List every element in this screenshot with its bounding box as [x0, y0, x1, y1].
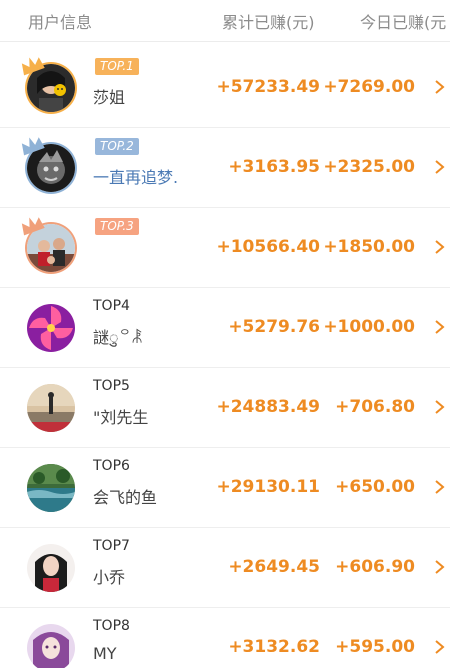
today-earned: +1000.00	[323, 317, 415, 337]
user-nickname: 小乔	[93, 568, 126, 587]
ranking-row-3[interactable]: TOP.3 +10566.40 +1850.00	[0, 208, 450, 288]
chevron-right-icon	[435, 240, 445, 254]
rank-label: TOP5	[93, 378, 130, 394]
rank-label: TOP6	[93, 458, 130, 474]
today-earned: +7269.00	[323, 77, 415, 97]
user-nickname: 一直再追梦.	[93, 168, 179, 187]
today-earned: +1850.00	[323, 237, 415, 257]
rank-label: TOP8	[93, 618, 130, 634]
avatar	[27, 304, 75, 352]
header-total-label: 累计已赚(元)	[222, 13, 315, 32]
chevron-right-icon	[435, 640, 445, 654]
avatar-container	[27, 464, 75, 512]
today-earned: +595.00	[335, 637, 415, 657]
ranking-row-8[interactable]: TOP8 MY +3132.62 +595.00	[0, 608, 450, 668]
user-nickname: 謎ु꒪ꂿ	[93, 328, 144, 347]
table-header: 用户信息 累计已赚(元) 今日已赚(元	[0, 0, 450, 42]
user-nickname: 会飞的鱼	[93, 488, 158, 507]
rank-badge: TOP.3	[95, 218, 139, 235]
ranking-row-6[interactable]: TOP6 会飞的鱼 +29130.11 +650.00	[0, 448, 450, 528]
total-earned: +5279.76	[228, 317, 320, 337]
rank-badge: TOP.2	[95, 138, 139, 155]
today-earned: +606.90	[335, 557, 415, 577]
avatar	[27, 464, 75, 512]
chevron-right-icon	[435, 560, 445, 574]
user-nickname: MY	[93, 644, 117, 663]
avatar-container	[21, 137, 75, 192]
crown-gold-icon	[21, 57, 45, 76]
avatar-container	[27, 304, 75, 352]
avatar	[27, 544, 75, 592]
header-today-label: 今日已赚(元	[360, 13, 447, 32]
chevron-right-icon	[435, 80, 445, 94]
avatar-container	[21, 57, 75, 112]
avatar	[27, 384, 75, 432]
ranking-row-7[interactable]: TOP7 小乔 +2649.45 +606.90	[0, 528, 450, 608]
avatar-container	[27, 624, 75, 668]
today-earned: +2325.00	[323, 157, 415, 177]
user-nickname: "刘先生	[93, 408, 149, 427]
avatar-container	[21, 217, 75, 272]
total-earned: +3132.62	[228, 637, 320, 657]
ranking-row-1[interactable]: TOP.1 莎姐 +57233.49 +7269.00	[0, 48, 450, 128]
chevron-right-icon	[435, 480, 445, 494]
today-earned: +650.00	[335, 477, 415, 497]
total-earned: +10566.40	[216, 237, 320, 257]
total-earned: +2649.45	[228, 557, 320, 577]
chevron-right-icon	[435, 160, 445, 174]
rank-label: TOP7	[93, 538, 130, 554]
rank-badge: TOP.1	[95, 58, 139, 75]
rank-label: TOP4	[93, 298, 130, 314]
today-earned: +706.80	[335, 397, 415, 417]
total-earned: +3163.95	[228, 157, 320, 177]
total-earned: +57233.49	[216, 77, 320, 97]
ranking-row-5[interactable]: TOP5 "刘先生 +24883.49 +706.80	[0, 368, 450, 448]
crown-silver-icon	[21, 137, 45, 156]
ranking-row-2[interactable]: TOP.2 一直再追梦. +3163.95 +2325.00	[0, 128, 450, 208]
chevron-right-icon	[435, 320, 445, 334]
crown-bronze-icon	[21, 217, 45, 236]
header-user-label: 用户信息	[28, 13, 93, 32]
chevron-right-icon	[435, 400, 445, 414]
total-earned: +24883.49	[216, 397, 320, 417]
avatar	[27, 624, 75, 668]
ranking-row-4[interactable]: TOP4 謎ु꒪ꂿ +5279.76 +1000.00	[0, 288, 450, 368]
avatar-container	[27, 544, 75, 592]
user-nickname: 莎姐	[93, 88, 126, 107]
avatar-container	[27, 384, 75, 432]
ranking-page: 用户信息 累计已赚(元) 今日已赚(元 TOP.1 莎姐 +57233.49 +…	[0, 0, 450, 668]
total-earned: +29130.11	[216, 477, 320, 497]
